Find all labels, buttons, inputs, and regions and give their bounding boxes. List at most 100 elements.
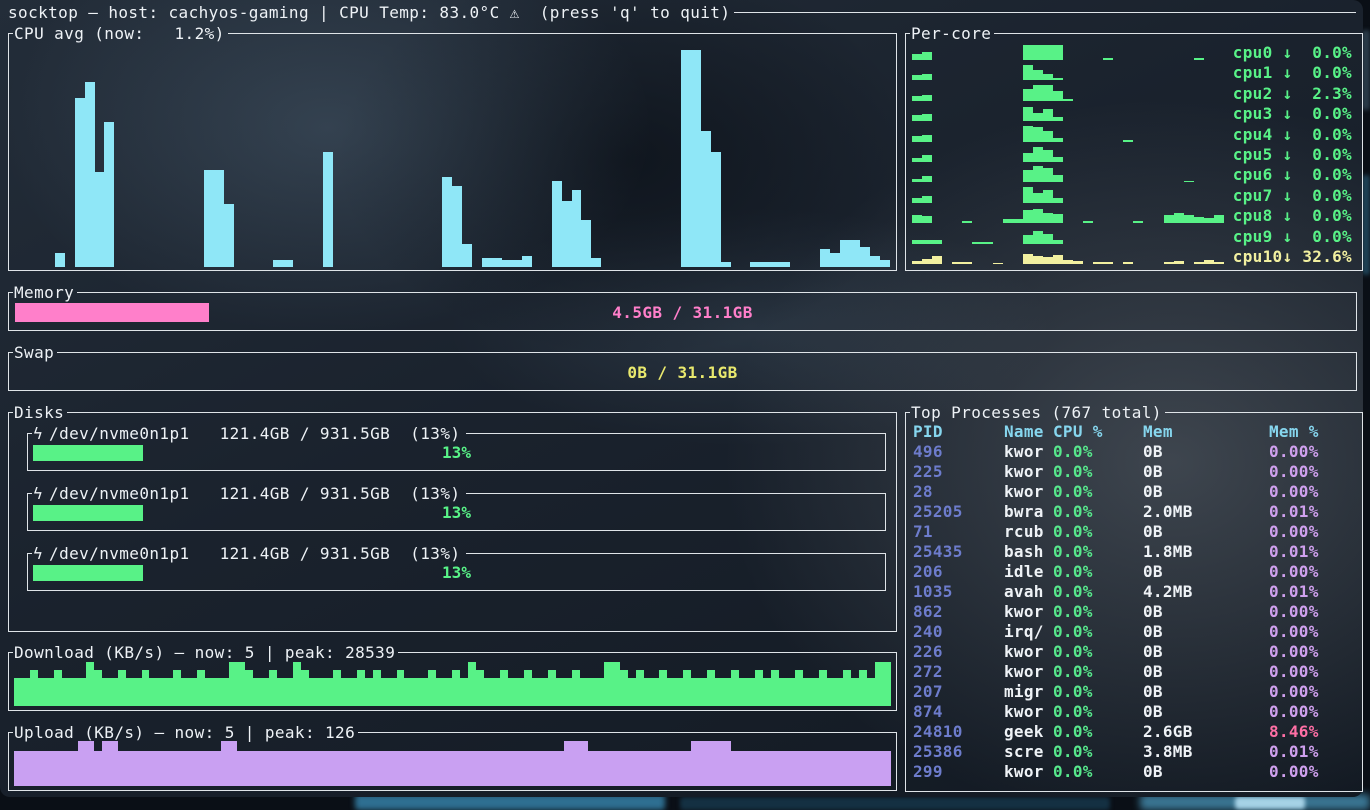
core-spark-bar bbox=[922, 176, 932, 182]
upload-bar bbox=[484, 751, 492, 786]
download-bar bbox=[444, 678, 452, 706]
terminal-window[interactable]: socktop — host: cachyos-gaming | CPU Tem… bbox=[0, 0, 1363, 797]
upload-bar bbox=[636, 751, 644, 786]
core-label: cpu8 ↓ 0.0% bbox=[1224, 206, 1358, 225]
download-bar bbox=[165, 678, 173, 706]
upload-bar bbox=[428, 751, 436, 786]
core-row: cpu4 ↓ 0.0% bbox=[912, 125, 1358, 144]
disk-item-title: /dev/nvme0n1p1 121.4GB / 931.5GB (13%) bbox=[49, 484, 463, 503]
disk-gauge-label: 13% bbox=[33, 565, 880, 581]
process-mem-percent: 0.00% bbox=[1269, 602, 1357, 622]
process-row: 496kwor0.0%0B0.00% bbox=[913, 442, 1357, 462]
process-cpu: 0.0% bbox=[1053, 642, 1143, 662]
cpu-history-bar bbox=[323, 152, 333, 267]
download-bar bbox=[317, 678, 325, 706]
cpu-history-bar bbox=[870, 256, 880, 267]
process-name: bash bbox=[1004, 542, 1053, 562]
download-bar bbox=[859, 670, 867, 706]
swap-gauge: 0B / 31.1GB bbox=[15, 363, 1350, 382]
cpu-history-bar bbox=[860, 247, 870, 267]
core-sparkline bbox=[912, 227, 1224, 246]
core-spark-bar bbox=[1053, 157, 1063, 162]
process-mem-percent: 0.01% bbox=[1269, 542, 1357, 562]
upload-bar bbox=[102, 741, 110, 786]
wallpaper-glow bbox=[1235, 797, 1305, 809]
core-spark-bar bbox=[922, 114, 932, 121]
core-spark-bar bbox=[1194, 262, 1204, 264]
download-bar bbox=[38, 678, 46, 706]
core-spark-bar bbox=[1043, 150, 1053, 162]
upload-bar bbox=[803, 751, 811, 786]
upload-bar bbox=[357, 751, 365, 786]
download-panel: Download (KB/s) — now: 5 | peak: 28539 bbox=[8, 652, 897, 711]
upload-bar bbox=[54, 751, 62, 786]
download-bar bbox=[333, 670, 341, 706]
download-bar bbox=[197, 670, 205, 706]
cpu-history-bar bbox=[85, 82, 95, 267]
process-mem: 0B bbox=[1143, 522, 1269, 542]
cpu-history-bar bbox=[482, 258, 492, 267]
upload-bar bbox=[795, 751, 803, 786]
core-label: cpu2 ↓ 2.3% bbox=[1224, 84, 1358, 103]
core-row: cpu5 ↓ 0.0% bbox=[912, 145, 1358, 164]
core-sparkline bbox=[912, 145, 1224, 164]
download-bar bbox=[229, 662, 237, 706]
download-bar bbox=[524, 670, 532, 706]
core-spark-bar bbox=[922, 52, 932, 60]
upload-bar bbox=[22, 751, 30, 786]
process-mem-percent: 0.00% bbox=[1269, 562, 1357, 582]
disk-item-title: /dev/nvme0n1p1 121.4GB / 931.5GB (13%) bbox=[49, 424, 463, 443]
process-name: kwor bbox=[1004, 762, 1053, 782]
upload-bar bbox=[253, 751, 261, 786]
core-sparkline bbox=[912, 186, 1224, 205]
process-row: 25386scre0.0%3.8MB0.01% bbox=[913, 742, 1357, 762]
upload-bar bbox=[604, 751, 612, 786]
core-spark-bar bbox=[1063, 99, 1073, 101]
process-cpu: 0.0% bbox=[1053, 682, 1143, 702]
upload-chart bbox=[14, 737, 891, 786]
core-spark-bar bbox=[1053, 45, 1063, 60]
cpu-history-bar bbox=[770, 262, 780, 267]
process-table-header: PID Name CPU % Mem Mem % bbox=[913, 422, 1357, 442]
upload-bar bbox=[707, 741, 715, 786]
process-mem: 0B bbox=[1143, 642, 1269, 662]
cpu-history-bar bbox=[691, 50, 701, 267]
upload-bar bbox=[436, 751, 444, 786]
upload-bar bbox=[221, 741, 229, 786]
process-mem: 0B bbox=[1143, 482, 1269, 502]
upload-bar bbox=[373, 751, 381, 786]
cpu-history-bar bbox=[492, 258, 502, 267]
process-mem-percent: 0.00% bbox=[1269, 662, 1357, 682]
disk-title-wrap: ϟ/dev/nvme0n1p1 121.4GB / 931.5GB (13%) bbox=[32, 484, 466, 503]
download-bar bbox=[747, 678, 755, 706]
download-bar bbox=[731, 670, 739, 706]
core-spark-bar bbox=[1053, 91, 1063, 101]
process-pid: 206 bbox=[913, 562, 1004, 582]
process-cpu: 0.0% bbox=[1053, 702, 1143, 722]
upload-bar bbox=[644, 751, 652, 786]
download-bar bbox=[213, 678, 221, 706]
download-bar bbox=[755, 670, 763, 706]
download-bar bbox=[572, 670, 580, 706]
upload-bar bbox=[46, 751, 54, 786]
core-spark-bar bbox=[1043, 190, 1053, 203]
download-bar bbox=[875, 662, 883, 706]
core-spark-bar bbox=[1023, 153, 1033, 162]
upload-bar bbox=[452, 751, 460, 786]
core-spark-bar bbox=[1194, 58, 1204, 60]
upload-bar bbox=[859, 751, 867, 786]
core-spark-bar bbox=[1023, 187, 1033, 202]
memory-gauge: 4.5GB / 31.1GB bbox=[15, 303, 1350, 322]
upload-bar bbox=[277, 751, 285, 786]
process-mem-percent: 0.00% bbox=[1269, 682, 1357, 702]
process-cpu: 0.0% bbox=[1053, 602, 1143, 622]
core-spark-bar bbox=[912, 115, 922, 121]
upload-bar bbox=[269, 751, 277, 786]
cpu-history-bar bbox=[273, 260, 283, 267]
process-name: rcub bbox=[1004, 522, 1053, 542]
core-spark-bar bbox=[1033, 70, 1043, 80]
upload-bar bbox=[157, 751, 165, 786]
download-bar bbox=[707, 670, 715, 706]
cpu-history-bar bbox=[591, 258, 601, 267]
download-bar bbox=[827, 678, 835, 706]
